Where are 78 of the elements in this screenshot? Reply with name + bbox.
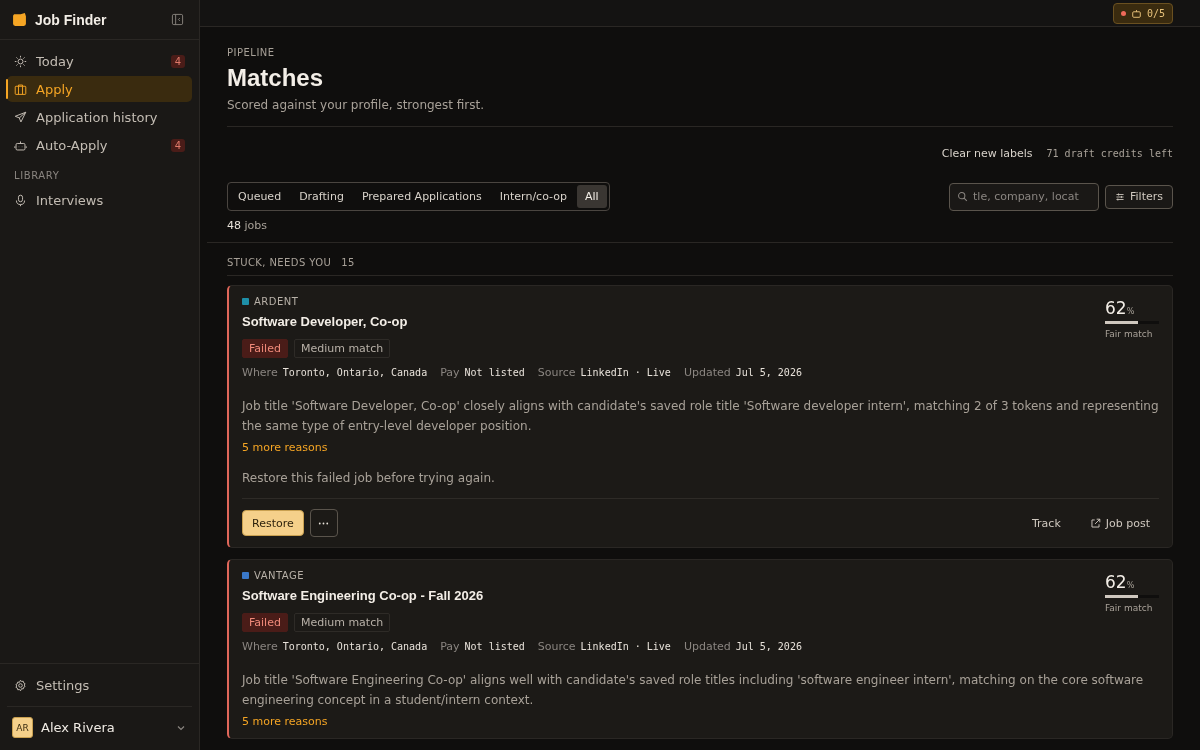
- nav-item[interactable]: Interviews: [7, 187, 192, 213]
- restore-button[interactable]: Restore: [242, 510, 304, 536]
- meta-value: LinkedIn · Live: [580, 641, 671, 652]
- match-reason: Job title 'Software Developer, Co-op' closely aligns with candidate's saved role title 'Software developer intern', matching 2 of 3 tokens and representing the same type of entry-level developer position.: [242, 398, 1159, 435]
- auto-apply-status[interactable]: 0/5: [1112, 2, 1173, 24]
- status-tag: Failed: [242, 339, 288, 358]
- ellipsis-icon: [318, 521, 330, 525]
- credits-text: 71 draft credits left: [1046, 148, 1173, 159]
- external-link-icon: [1089, 517, 1101, 529]
- group-count: 15: [341, 257, 355, 268]
- track-link[interactable]: Track: [1032, 516, 1061, 530]
- score-label: Fair match: [1105, 603, 1154, 613]
- robot-icon: [14, 138, 27, 152]
- meta-value: Jul 5, 2026: [735, 641, 802, 652]
- job-count: 48 jobs: [207, 219, 1173, 243]
- job-post-link[interactable]: Job post: [1089, 516, 1150, 530]
- more-reasons-link[interactable]: 5 more reasons: [242, 441, 1159, 454]
- filter-tab[interactable]: Queued: [230, 185, 290, 208]
- meta-label: Updated: [683, 640, 731, 653]
- meta-label: Source: [537, 366, 576, 379]
- match-tag: Medium match: [293, 613, 391, 632]
- paper-plane-icon: [14, 110, 27, 124]
- meta-value: Jul 5, 2026: [735, 367, 802, 378]
- meta-label: Source: [537, 640, 576, 653]
- more-reasons-link[interactable]: 5 more reasons: [242, 715, 1159, 728]
- sliders-icon: [1115, 191, 1125, 202]
- group-title: STUCK, NEEDS YOU: [227, 257, 332, 268]
- count-badge: 4: [170, 54, 185, 68]
- section-heading: LIBRARY: [13, 169, 61, 183]
- page-title: Matches: [227, 64, 325, 92]
- search-icon: [957, 190, 968, 202]
- logo-icon: [12, 12, 27, 27]
- company-name: ARDENT: [254, 296, 299, 307]
- sun-icon: [14, 54, 27, 68]
- microphone-icon: [14, 193, 27, 207]
- meta-label: Updated: [683, 366, 731, 379]
- card-note: Restore this failed job before trying again.: [242, 471, 1159, 499]
- meta-value: Toronto, Ontario, Canada: [282, 641, 428, 652]
- filters-button[interactable]: Filters: [1105, 184, 1173, 209]
- search-field[interactable]: tle, company, locat: [949, 182, 1099, 211]
- match-tag: Medium match: [293, 339, 391, 358]
- user-menu[interactable]: AR Alex Rivera: [7, 706, 192, 742]
- filter-tab[interactable]: Prepared Applications: [353, 185, 490, 208]
- match-score: 62%: [1105, 572, 1136, 592]
- meta-value: Not listed: [464, 367, 525, 378]
- meta-label: Pay: [440, 640, 460, 653]
- sidebar-toggle-icon[interactable]: [171, 13, 184, 26]
- meta-value: Not listed: [464, 641, 525, 652]
- company-name: VANTAGE: [254, 570, 305, 581]
- status-tag: Failed: [242, 613, 288, 632]
- meta-value: Toronto, Ontario, Canada: [282, 367, 428, 378]
- score-label: Fair match: [1105, 329, 1154, 339]
- filter-tab[interactable]: Drafting: [291, 185, 352, 208]
- job-title[interactable]: Software Engineering Co-op - Fall 2026: [242, 588, 815, 603]
- settings-icon: [14, 678, 27, 692]
- briefcase-icon: [14, 82, 27, 96]
- nav-item[interactable]: Today 4: [7, 48, 192, 74]
- count-badge: 4: [170, 138, 185, 152]
- meta-label: Where: [242, 366, 278, 379]
- nav-item[interactable]: Auto-Apply 4: [7, 132, 192, 158]
- job-title[interactable]: Software Developer, Co-op: [242, 314, 815, 329]
- filter-tab[interactable]: Intern/co-op: [491, 185, 575, 208]
- meta-value: LinkedIn · Live: [580, 367, 671, 378]
- nav-item[interactable]: Application history: [7, 104, 192, 130]
- match-score: 62%: [1105, 298, 1136, 318]
- nav-item[interactable]: Apply: [7, 76, 192, 102]
- robot-icon: [1130, 7, 1142, 19]
- match-reason: Job title 'Software Engineering Co-op' aligns well with candidate's saved role titles including 'software engineer intern', matching on the core software engineering concept in a student/intern context.: [242, 672, 1145, 709]
- page-subtitle: Scored against your profile, strongest first.: [227, 98, 1173, 127]
- meta-label: Where: [242, 640, 278, 653]
- clear-labels-link[interactable]: Clear new labels: [941, 147, 1033, 160]
- settings-link[interactable]: Settings: [7, 672, 192, 698]
- avatar: AR: [12, 717, 33, 738]
- meta-label: Pay: [440, 366, 460, 379]
- filter-tab[interactable]: All: [577, 185, 607, 208]
- more-button[interactable]: [309, 509, 338, 537]
- app-name: Job Finder: [35, 11, 108, 28]
- page-eyebrow: PIPELINE: [227, 47, 276, 58]
